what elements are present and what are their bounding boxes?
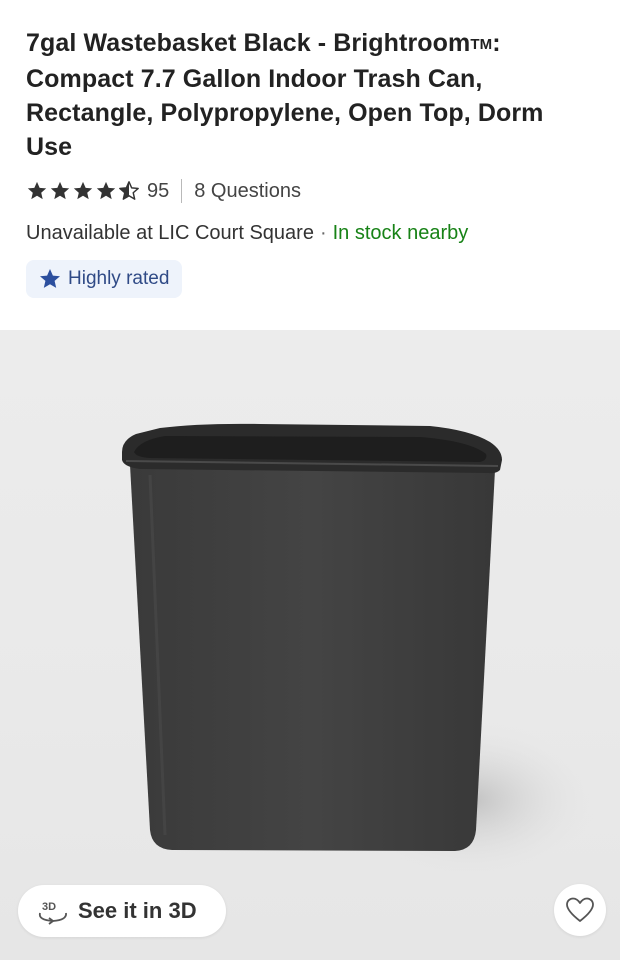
3d-rotate-icon: 3D xyxy=(38,901,67,925)
see-in-3d-button[interactable]: 3D See it in 3D xyxy=(18,885,226,937)
favorite-button[interactable] xyxy=(554,884,606,936)
rating-row: 95 8 Questions xyxy=(26,178,594,204)
svg-text:3D: 3D xyxy=(42,901,56,913)
in-stock-nearby-link[interactable]: In stock nearby xyxy=(333,222,469,244)
star-filled-icon xyxy=(50,181,70,200)
product-image[interactable] xyxy=(0,330,620,960)
store-availability: Unavailable at LIC Court Square xyxy=(26,222,314,244)
product-title: 7gal Wastebasket Black - BrightroomTM: C… xyxy=(26,26,594,164)
product-title-line1: 7gal Wastebasket Black - Brightroom xyxy=(26,29,471,57)
review-count[interactable]: 95 xyxy=(147,180,169,203)
star-filled-icon xyxy=(96,181,116,200)
divider xyxy=(181,179,183,203)
badge-label: Highly rated xyxy=(68,268,170,289)
questions-link[interactable]: 8 Questions xyxy=(194,180,301,203)
product-title-rest: Compact 7.7 Gallon Indoor Trash Can, Rec… xyxy=(26,65,544,161)
see-in-3d-label: See it in 3D xyxy=(78,898,197,923)
trademark-mark: TM xyxy=(470,36,493,53)
product-image-gallery[interactable]: 3D See it in 3D xyxy=(0,330,620,960)
availability-row: Unavailable at LIC Court Square · In stock… xyxy=(26,220,594,246)
heart-outline-icon xyxy=(566,897,594,922)
availability-separator: · xyxy=(319,222,327,244)
star-filled-icon xyxy=(73,181,93,200)
star-icon xyxy=(40,269,60,288)
title-colon: : xyxy=(492,29,501,57)
product-info: 7gal Wastebasket Black - BrightroomTM: C… xyxy=(0,0,620,304)
star-rating[interactable] xyxy=(26,180,141,202)
star-half-icon xyxy=(119,181,139,200)
star-filled-icon xyxy=(27,181,47,200)
highly-rated-badge: Highly rated xyxy=(26,260,183,298)
